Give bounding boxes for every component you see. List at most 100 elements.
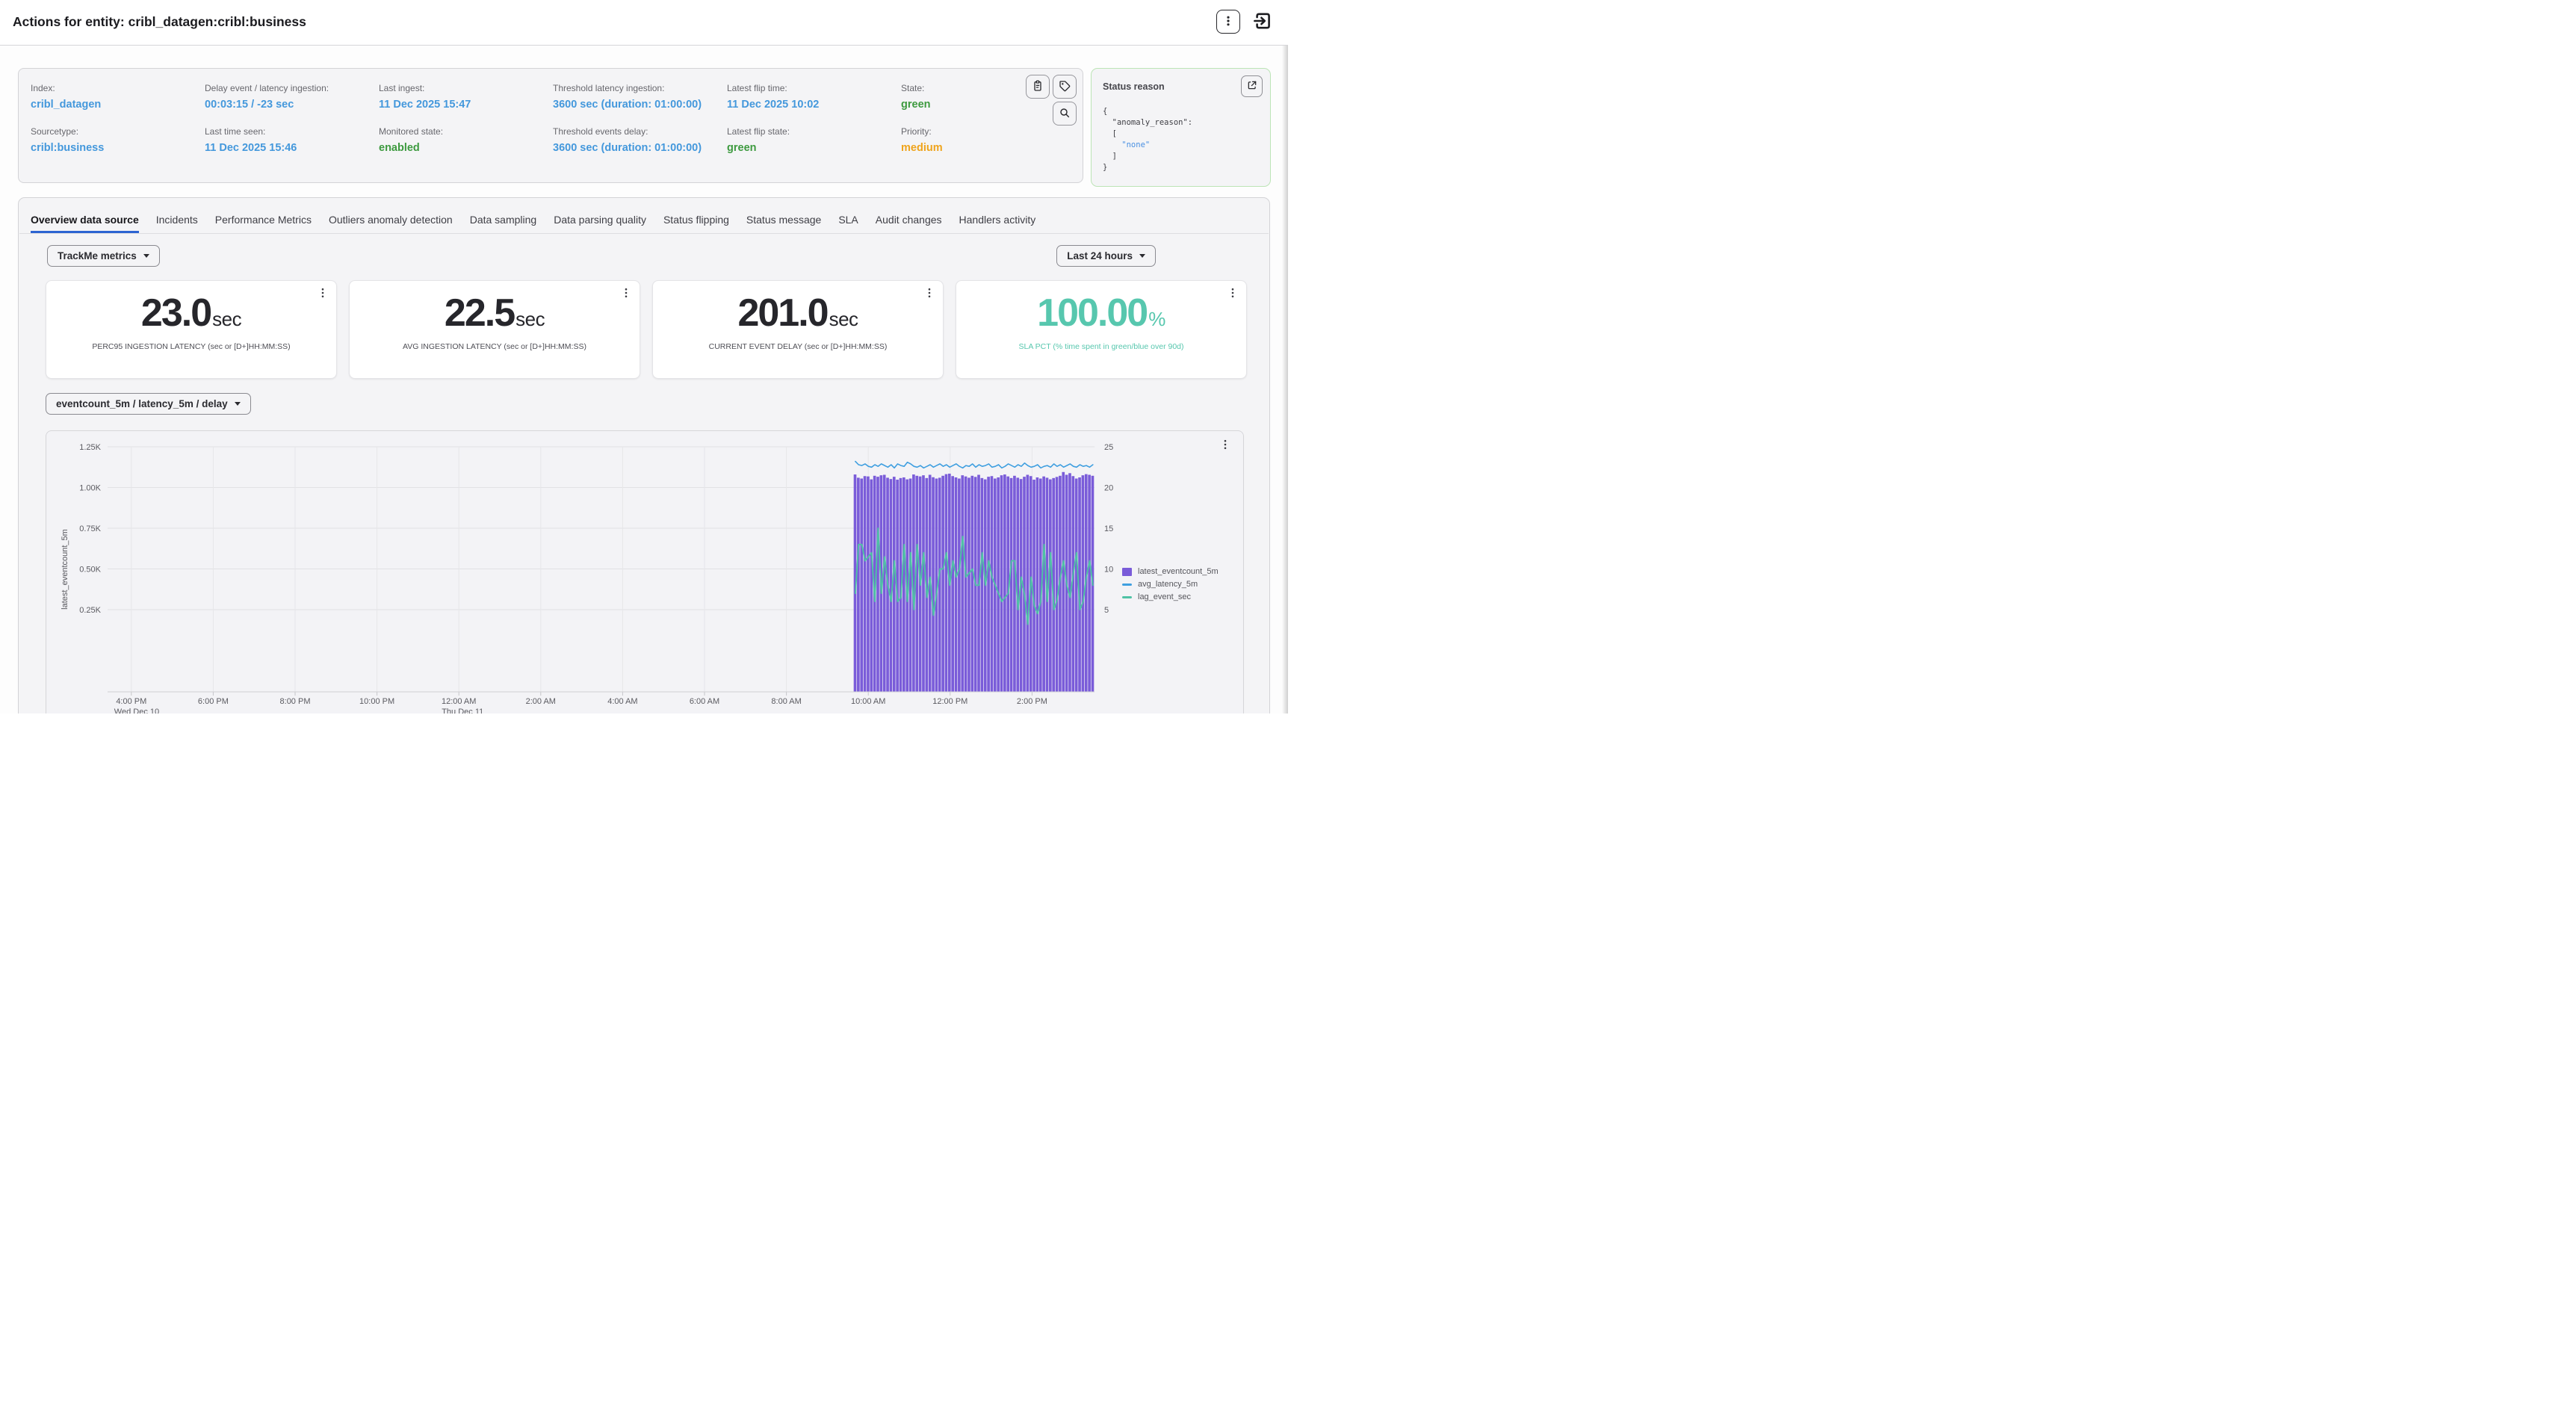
x-axis-tick: 8:00 AM <box>771 697 801 706</box>
legend-swatch-bar <box>1122 568 1132 576</box>
legend-item[interactable]: latest_eventcount_5m <box>1122 567 1219 576</box>
time-range-dropdown[interactable]: Last 24 hours <box>1056 245 1156 267</box>
x-axis-tick: 2:00 AM <box>526 697 556 706</box>
right-axis-tick: 20 <box>1104 484 1113 493</box>
chart-legend: latest_eventcount_5m avg_latency_5m lag_… <box>1122 567 1219 601</box>
tab-bar: Overview data source Incidents Performan… <box>31 214 1035 233</box>
exit-button[interactable] <box>1251 10 1275 34</box>
metric-cards-row: 23.0sec PERC95 INGESTION LATENCY (sec or… <box>46 280 1247 379</box>
left-axis-tick: 1.00K <box>79 484 101 493</box>
entity-info-grid: Index:cribl_datagen Sourcetype:cribl:bus… <box>31 83 1075 170</box>
info-field-index: Index:cribl_datagen <box>31 83 205 126</box>
card-kebab-icon[interactable] <box>1228 288 1237 302</box>
x-axis-date: Wed Dec 10 <box>114 708 159 714</box>
tab-outliers-anomaly-detection[interactable]: Outliers anomaly detection <box>329 214 453 233</box>
bar-latest_eventcount_5m <box>1027 474 1030 691</box>
bar-latest_eventcount_5m <box>902 477 905 692</box>
bar-latest_eventcount_5m <box>991 476 994 691</box>
bar-latest_eventcount_5m <box>938 477 941 691</box>
metric-label: CURRENT EVENT DELAY (sec or [D+]HH:MM:SS… <box>653 342 943 351</box>
chart-series-dropdown[interactable]: eventcount_5m / latency_5m / delay <box>46 393 251 415</box>
bar-latest_eventcount_5m <box>955 477 958 692</box>
metric-label: PERC95 INGESTION LATENCY (sec or [D+]HH:… <box>46 342 336 351</box>
bar-latest_eventcount_5m <box>1000 475 1003 691</box>
x-axis-tick: 4:00 PM <box>116 697 146 706</box>
tab-data-sampling[interactable]: Data sampling <box>470 214 537 233</box>
chevron-down-icon <box>235 402 241 406</box>
bar-latest_eventcount_5m <box>1023 477 1026 691</box>
x-axis-tick: 6:00 PM <box>198 697 229 706</box>
card-kebab-icon[interactable] <box>622 288 631 302</box>
tab-performance-metrics[interactable]: Performance Metrics <box>215 214 312 233</box>
tab-sla[interactable]: SLA <box>838 214 858 233</box>
card-kebab-icon[interactable] <box>318 288 327 302</box>
bar-latest_eventcount_5m <box>1010 478 1013 692</box>
timeseries-chart[interactable]: 1.25K1.00K0.75K0.50K0.25K2520151054:00 P… <box>46 431 1243 714</box>
bar-latest_eventcount_5m <box>876 477 879 691</box>
page-title: Actions for entity: cribl_datagen:cribl:… <box>13 14 306 30</box>
legend-item[interactable]: lag_event_sec <box>1122 592 1219 601</box>
right-axis-tick: 25 <box>1104 443 1113 452</box>
bar-latest_eventcount_5m <box>1068 473 1071 691</box>
bar-latest_eventcount_5m <box>951 476 954 691</box>
header-kebab-menu-button[interactable] <box>1216 10 1240 34</box>
x-axis-tick: 12:00 PM <box>932 697 967 706</box>
tab-incidents[interactable]: Incidents <box>156 214 198 233</box>
metric-label: SLA PCT (% time spent in green/blue over… <box>956 342 1246 351</box>
info-field-threshold-latency: Threshold latency ingestion:3600 sec (du… <box>553 83 727 126</box>
info-field-latest-flip-time: Latest flip time:11 Dec 2025 10:02 <box>727 83 901 126</box>
chevron-down-icon <box>1139 254 1145 258</box>
bar-latest_eventcount_5m <box>870 480 873 692</box>
legend-item[interactable]: avg_latency_5m <box>1122 580 1219 589</box>
info-field-monitored-state: Monitored state:enabled <box>379 126 553 170</box>
metric-label: AVG INGESTION LATENCY (sec or [D+]HH:MM:… <box>350 342 640 351</box>
bar-latest_eventcount_5m <box>967 477 970 691</box>
x-axis-tick: 6:00 AM <box>690 697 719 706</box>
metrics-source-dropdown[interactable]: TrackMe metrics <box>47 245 160 267</box>
metric-value: 23.0sec <box>46 294 336 332</box>
header-bar: Actions for entity: cribl_datagen:cribl:… <box>0 0 1288 46</box>
tab-status-message[interactable]: Status message <box>746 214 821 233</box>
card-kebab-icon[interactable] <box>925 288 934 302</box>
bar-latest_eventcount_5m <box>883 474 886 691</box>
chart-panel: 1.25K1.00K0.75K0.50K0.25K2520151054:00 P… <box>46 430 1244 714</box>
status-reason-expand-button[interactable] <box>1241 75 1263 97</box>
bar-latest_eventcount_5m <box>961 475 964 691</box>
x-axis-tick: 8:00 PM <box>280 697 311 706</box>
main-panel: Overview data source Incidents Performan… <box>18 197 1270 714</box>
card-sla-pct: 100.00% SLA PCT (% time spent in green/b… <box>956 280 1247 379</box>
tab-handlers-activity[interactable]: Handlers activity <box>959 214 1036 233</box>
bar-latest_eventcount_5m <box>1013 476 1016 692</box>
search-button[interactable] <box>1053 102 1077 126</box>
x-axis-tick: 2:00 PM <box>1017 697 1047 706</box>
y-axis-title: latest_eventcount_5m <box>61 529 69 610</box>
tab-status-flipping[interactable]: Status flipping <box>663 214 729 233</box>
tabs-divider <box>19 233 1269 234</box>
entity-info-panel: Index:cribl_datagen Sourcetype:cribl:bus… <box>18 68 1083 183</box>
tab-overview-data-source[interactable]: Overview data source <box>31 214 139 233</box>
legend-swatch-line <box>1122 584 1132 586</box>
x-axis-tick: 10:00 AM <box>851 697 885 706</box>
bar-latest_eventcount_5m <box>867 477 870 692</box>
bar-latest_eventcount_5m <box>1056 477 1059 691</box>
tags-button[interactable] <box>1053 75 1077 99</box>
status-reason-json: { "anomaly_reason": [ "none" ] } <box>1103 106 1192 173</box>
scrollbar[interactable] <box>1282 0 1288 714</box>
tab-audit-changes[interactable]: Audit changes <box>876 214 942 233</box>
bar-latest_eventcount_5m <box>857 477 860 691</box>
info-field-last-time-seen: Last time seen:11 Dec 2025 15:46 <box>205 126 379 170</box>
chart-kebab-icon[interactable] <box>1221 439 1230 454</box>
bar-latest_eventcount_5m <box>932 477 935 692</box>
info-field-priority: Priority:medium <box>901 126 1075 170</box>
bar-latest_eventcount_5m <box>1032 480 1035 691</box>
tab-data-parsing-quality[interactable]: Data parsing quality <box>554 214 646 233</box>
x-axis-date: Thu Dec 11 <box>442 708 483 714</box>
bar-latest_eventcount_5m <box>1075 479 1078 692</box>
copy-clipboard-button[interactable] <box>1026 75 1050 99</box>
entity-info-actions <box>1026 75 1077 126</box>
bar-latest_eventcount_5m <box>941 476 944 692</box>
line-avg_latency_5m <box>855 462 1093 468</box>
app-window: Actions for entity: cribl_datagen:cribl:… <box>0 0 1288 714</box>
chevron-down-icon <box>143 254 149 258</box>
status-reason-panel: Status reason { "anomaly_reason": [ "non… <box>1091 68 1271 187</box>
